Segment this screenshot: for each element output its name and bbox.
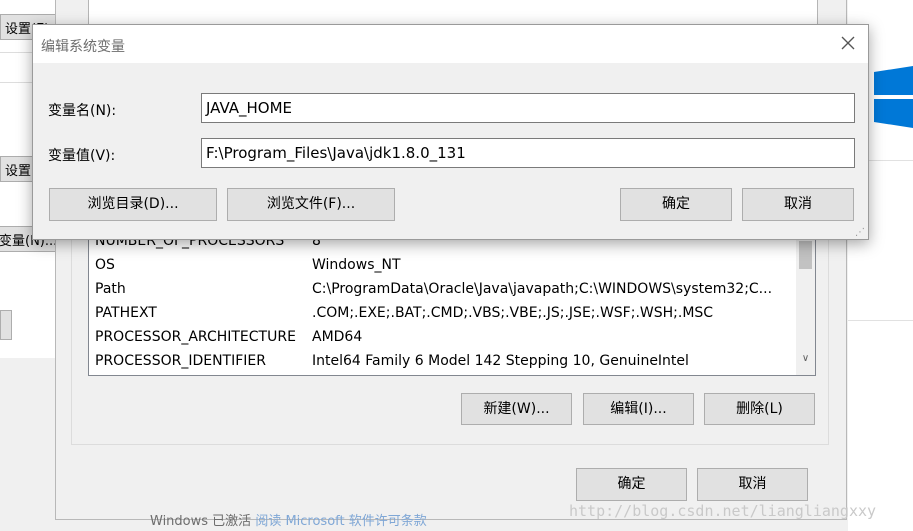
browse-file-button[interactable]: 浏览文件(F)... [227,188,395,221]
windows-logo-icon [874,66,913,128]
system-variables-list[interactable]: NUMBER_OF_PROCESSORS 8 OS Windows_NT Pat… [88,230,816,376]
dialog-title-bar[interactable]: 编辑系统变量 [33,25,868,63]
variable-name-field[interactable]: JAVA_HOME [201,93,855,123]
variable-value-label: 变量值(V): [48,148,116,164]
license-terms-link[interactable]: 阅读 Microsoft 软件许可条款 [255,514,426,529]
background-button-stub[interactable] [0,310,12,340]
dialog-title: 编辑系统变量 [41,39,125,55]
watermark: http://blog.csdn.net/liangliangxxy [569,502,877,520]
edit-system-variable-dialog: 编辑系统变量 变量名(N): JAVA_HOME 变量值(V): F:\Prog… [32,24,869,240]
variable-value-field[interactable]: F:\Program_Files\Java\jdk1.8.0_131 [201,138,855,168]
close-icon[interactable] [839,34,857,52]
delete-variable-button[interactable]: 删除(L) [704,393,815,425]
table-row[interactable]: OS Windows_NT [89,253,796,277]
dialog-ok-button[interactable]: 确定 [620,188,732,221]
scrollbar-thumb[interactable] [799,241,812,269]
edit-variable-button[interactable]: 编辑(I)... [583,393,694,425]
browse-directory-button[interactable]: 浏览目录(D)... [49,188,217,221]
variable-name-label: 变量名(N): [48,103,117,119]
resize-grip-icon[interactable]: ⋰ [855,227,865,238]
env-cancel-button[interactable]: 取消 [697,468,808,501]
table-row[interactable]: Path C:\ProgramData\Oracle\Java\javapath… [89,277,796,301]
table-row[interactable]: PROCESSOR_ARCHITECTURE AMD64 [89,325,796,349]
dialog-cancel-button[interactable]: 取消 [742,188,854,221]
table-row[interactable]: PATHEXT .COM;.EXE;.BAT;.CMD;.VBS;.VBE;.J… [89,301,796,325]
chevron-down-icon[interactable]: ∨ [799,353,812,364]
env-ok-button[interactable]: 确定 [576,468,687,501]
table-row[interactable]: PROCESSOR_IDENTIFIER Intel64 Family 6 Mo… [89,349,796,373]
new-variable-button[interactable]: 新建(W)... [461,393,572,425]
activation-status: Windows 已激活 阅读 Microsoft 软件许可条款 [150,514,427,529]
divider [848,320,913,321]
background-window-left-lower [0,358,56,531]
user-variables-list[interactable] [88,0,818,24]
vertical-scrollbar[interactable]: ∨ [796,231,815,375]
